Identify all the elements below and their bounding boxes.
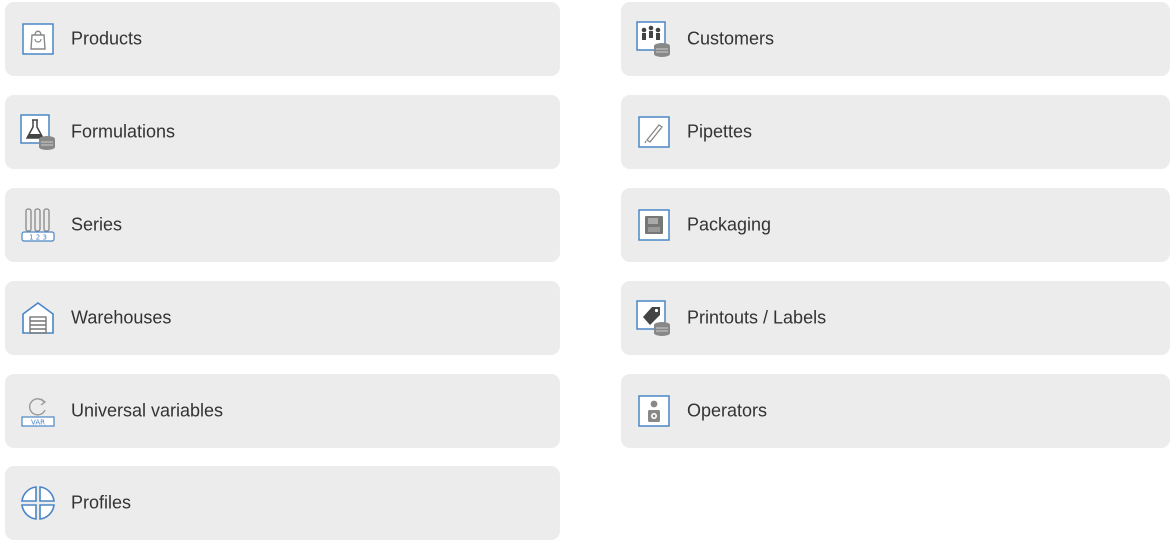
pipette-icon (635, 113, 673, 151)
menu-tile-label: Warehouses (71, 307, 172, 328)
menu-tile-label: Profiles (71, 492, 132, 513)
menu-tile-label: Series (71, 214, 123, 235)
package-icon (635, 206, 673, 244)
menu-tile-label: Printouts / Labels (687, 307, 827, 328)
menu-tile-series[interactable]: 1 2 3 Series (5, 188, 560, 262)
shopping-bag-icon (19, 20, 57, 58)
menu-tile-formulations[interactable]: Formulations (5, 95, 560, 169)
menu-tile-label: Pipettes (687, 121, 753, 142)
warehouse-icon (19, 299, 57, 337)
menu-tile-label: Universal variables (71, 400, 224, 421)
menu-tile-label: Customers (687, 28, 775, 49)
menu-tile-pipettes[interactable]: Pipettes (621, 95, 1170, 169)
label-tag-database-icon (635, 299, 673, 337)
customers-database-icon (635, 20, 673, 58)
menu-tile-label: Formulations (71, 121, 176, 142)
menu-tile-products[interactable]: Products (5, 2, 560, 76)
flask-database-icon (19, 113, 57, 151)
menu-tile-label: Products (71, 28, 143, 49)
menu-tile-customers[interactable]: Customers (621, 2, 1170, 76)
menu-tile-profiles[interactable]: Profiles (5, 466, 560, 540)
menu-tile-warehouses[interactable]: Warehouses (5, 281, 560, 355)
operator-icon (635, 392, 673, 430)
menu-tile-label: Operators (687, 400, 768, 421)
menu-tile-universal-variables[interactable]: VAR Universal variables (5, 374, 560, 448)
menu-tile-operators[interactable]: Operators (621, 374, 1170, 448)
menu-tile-label: Packaging (687, 214, 772, 235)
refresh-var-icon: VAR (19, 392, 57, 430)
menu-tile-printouts-labels[interactable]: Printouts / Labels (621, 281, 1170, 355)
var-icon-text: VAR (31, 419, 45, 427)
menu-tile-packaging[interactable]: Packaging (621, 188, 1170, 262)
profiles-icon (19, 484, 57, 522)
test-tubes-icon: 1 2 3 (19, 206, 57, 244)
series-icon-numbers: 1 2 3 (29, 234, 47, 242)
